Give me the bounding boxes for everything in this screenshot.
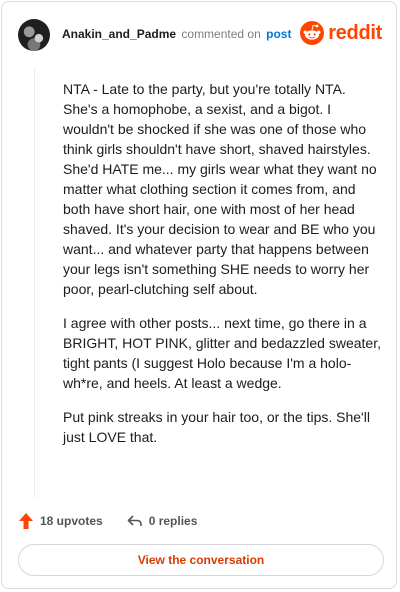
upvote-arrow-icon [19, 513, 33, 529]
comment-embed-card: Anakin_and_Padme commented on post reddi… [1, 1, 397, 589]
reply-arrow-icon [127, 515, 142, 526]
reply-count: 0 replies [148, 514, 198, 528]
user-avatar[interactable] [18, 19, 50, 51]
comment-paragraph-3: Put pink streaks in your hair too, or th… [63, 409, 370, 445]
upvote-count: 18 upvotes [40, 514, 103, 528]
comment-paragraph-2: I agree with other posts... next time, g… [63, 315, 381, 391]
commented-on-text: commented on [181, 27, 261, 41]
upvotes-action[interactable]: 18 upvotes [18, 512, 103, 530]
comment-meta: Anakin_and_Padme commented on post [62, 27, 291, 41]
comment-paragraph-1: NTA - Late to the party, but you're tota… [63, 81, 377, 297]
comment-body: NTA - Late to the party, but you're tota… [63, 79, 381, 461]
reddit-alien-icon [300, 21, 325, 45]
username-link[interactable]: Anakin_and_Padme [62, 27, 176, 41]
thread-line [34, 68, 35, 498]
comment-header: Anakin_and_Padme commented on post reddi… [18, 19, 382, 53]
reddit-logo[interactable]: reddit [300, 19, 382, 47]
post-link[interactable]: post [266, 27, 291, 41]
reddit-wordmark: reddit [328, 21, 382, 44]
replies-action[interactable]: 0 replies [127, 513, 198, 529]
view-conversation-button[interactable]: View the conversation [18, 544, 384, 576]
comment-actions: 18 upvotes 0 replies [18, 511, 197, 531]
